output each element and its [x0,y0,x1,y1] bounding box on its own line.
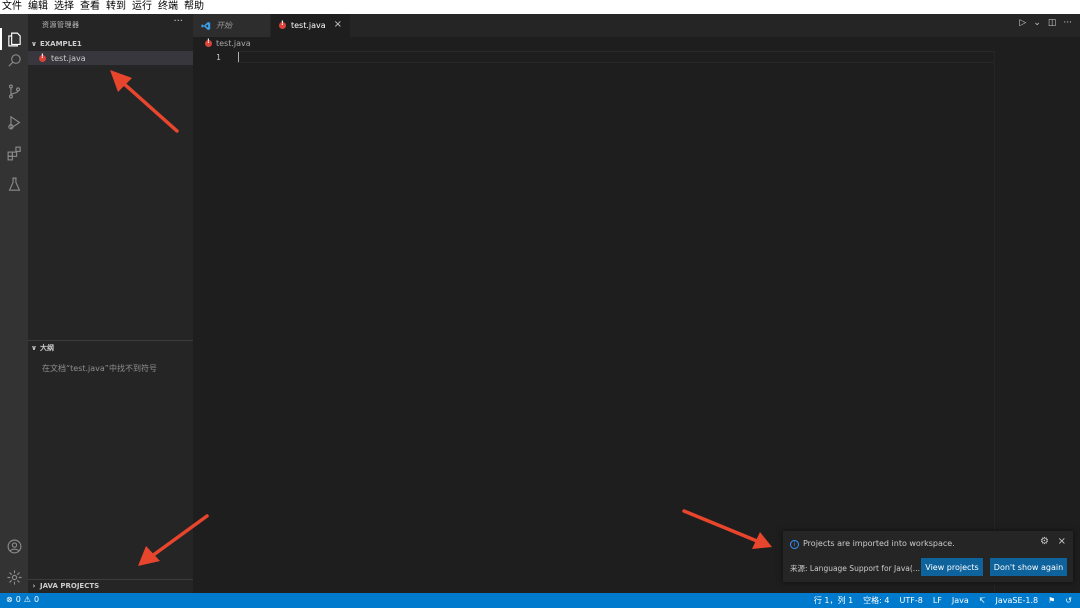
active-indicator [0,28,2,50]
activity-bar [0,14,28,593]
breadcrumb-file[interactable]: test.java [216,39,251,48]
warning-count-icon: ⚠ [23,595,31,604]
menu-bar: 文件 编辑 选择 查看 转到 运行 终端 帮助 [0,0,1080,14]
outline-title: 大纲 [40,344,54,352]
workspace-name: EXAMPLE1 [40,40,82,48]
language-mode[interactable]: Java [952,596,969,605]
run-debug-icon[interactable] [4,112,24,132]
vscode-logo-icon [201,21,211,30]
tab-test-java[interactable]: test.java × [271,14,350,37]
workspace-section-header[interactable]: ∨ EXAMPLE1 [28,38,193,50]
section-divider [28,340,193,341]
error-count-icon: ⊗ [6,595,13,604]
file-tree-item[interactable]: test.java [28,51,193,65]
cursor-position[interactable]: 行 1，列 1 [814,595,853,606]
vscode-window: 文件 编辑 选择 查看 转到 运行 终端 帮助 资源管理器 ··· ∨ EXAM… [0,0,1080,608]
outline-section-header[interactable]: ∨ 大纲 [28,342,193,354]
java-projects-title: JAVA PROJECTS [40,582,100,590]
status-bar: ⊗ 0 ⚠ 0 行 1，列 1 空格: 4 UTF-8 LF Java ↸ Ja… [0,593,1080,608]
explorer-sidebar: 资源管理器 ··· ∨ EXAMPLE1 test.java ∨ 大纲 在文档“… [28,14,193,593]
error-icon [205,38,212,47]
java-projects-section-header[interactable]: › JAVA PROJECTS [28,580,193,592]
explorer-icon[interactable] [4,29,24,49]
feedback-icon[interactable]: ⚑ [1048,596,1055,605]
outline-empty-message: 在文档“test.java”中找不到符号 [42,364,157,373]
extensions-icon[interactable] [4,143,24,163]
line-number: 1 [216,53,221,62]
error-icon [39,53,46,62]
more-actions-icon[interactable]: ··· [1063,18,1072,28]
java-version[interactable]: JavaSE-1.8 [995,596,1038,605]
menu-go[interactable]: 转到 [106,1,126,13]
view-projects-button[interactable]: View projects [921,558,983,576]
notification-message: Projects are imported into workspace. [803,539,955,548]
dont-show-again-button[interactable]: Don't show again [990,558,1067,576]
testing-icon[interactable] [4,174,24,194]
menu-file[interactable]: 文件 [2,1,22,13]
tab-close-icon[interactable]: × [334,19,342,30]
source-control-icon[interactable] [4,81,24,101]
menu-view[interactable]: 查看 [80,1,100,13]
minimap-edge [994,51,995,593]
notification-close-icon[interactable]: × [1058,536,1066,547]
chevron-down-icon: ∨ [31,40,37,48]
notification-settings-gear-icon[interactable]: ⚙ [1040,536,1049,547]
error-icon [279,20,286,29]
java-status-icon[interactable]: ↸ [979,596,986,605]
search-icon[interactable] [4,50,24,70]
menu-terminal[interactable]: 终端 [158,1,178,13]
menu-edit[interactable]: 编辑 [28,1,48,13]
text-cursor [238,52,239,62]
menu-help[interactable]: 帮助 [184,1,204,13]
split-editor-icon[interactable]: ◫ [1048,18,1057,28]
chevron-down-icon: ∨ [31,344,37,352]
current-line-highlight [236,51,994,63]
problems-indicator[interactable]: ⊗ 0 ⚠ 0 [6,595,39,604]
settings-gear-icon[interactable] [4,567,24,587]
end-of-line[interactable]: LF [933,596,942,605]
menu-selection[interactable]: 选择 [54,1,74,13]
file-tree-label: test.java [51,53,86,63]
info-icon: i [790,540,799,549]
editor-title-actions: ▷ ⌄ ◫ ··· [1019,18,1072,28]
run-icon[interactable]: ▷ [1019,18,1026,28]
editor-tab-bar: 开始 test.java × ▷ ⌄ ◫ ··· [193,14,1080,37]
breadcrumb[interactable]: test.java [205,38,251,48]
notification-toast: i Projects are imported into workspace. … [783,531,1073,582]
sidebar-title: 资源管理器 [42,21,80,29]
indentation[interactable]: 空格: 4 [863,595,889,606]
menu-run[interactable]: 运行 [132,1,152,13]
notification-source: 来源: Language Support for Java(... [790,564,920,573]
status-right-items: 行 1，列 1 空格: 4 UTF-8 LF Java ↸ JavaSE-1.8… [814,595,1072,606]
notifications-bell-icon[interactable]: ↺ [1065,596,1072,605]
chevron-right-icon: › [32,582,36,590]
tab-label: 开始 [216,21,232,30]
account-icon[interactable] [4,536,24,556]
warning-count: 0 [33,595,40,604]
sidebar-more-icon[interactable]: ··· [173,16,183,27]
encoding[interactable]: UTF-8 [899,596,922,605]
run-menu-chevron-icon[interactable]: ⌄ [1033,18,1041,28]
tab-welcome[interactable]: 开始 [193,14,270,37]
annotation-arrow-notification [682,509,772,549]
tab-label: test.java [291,21,326,30]
error-count: 0 [15,595,21,604]
